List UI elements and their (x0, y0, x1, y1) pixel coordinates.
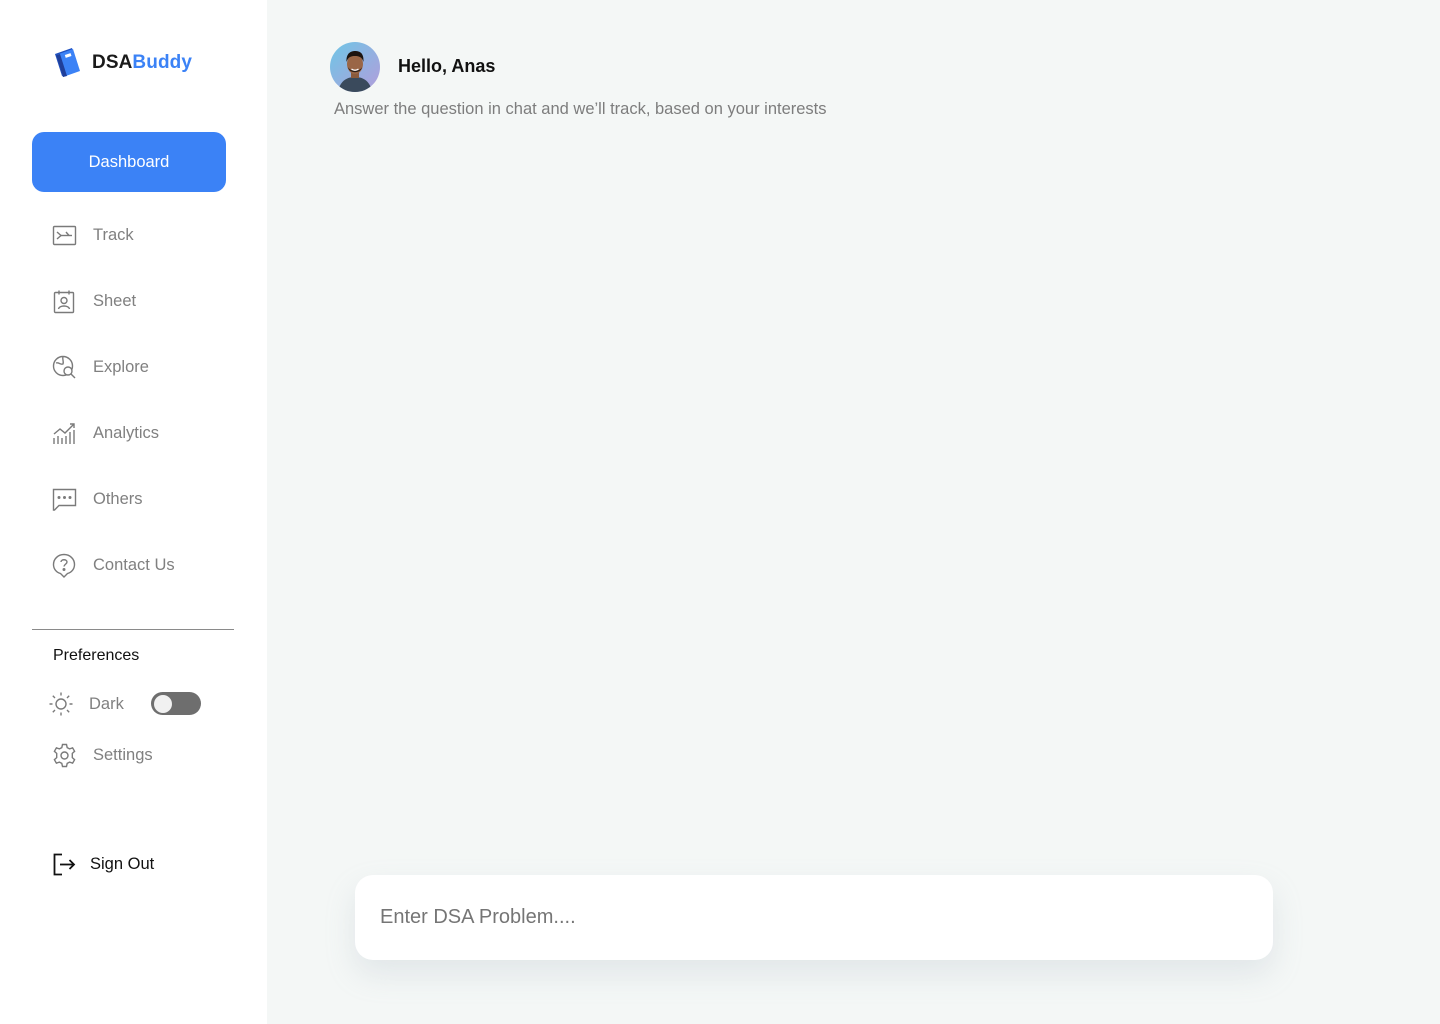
greeting-subtitle: Answer the question in chat and we’ll tr… (334, 100, 827, 118)
brand-name: DSABuddy (92, 52, 192, 74)
explore-icon (52, 355, 76, 378)
nav-dashboard-label: Dashboard (88, 152, 170, 171)
nav-item-label: Others (93, 489, 143, 508)
nav-item-label: Contact Us (93, 555, 175, 574)
nav-item-label: Sheet (93, 291, 137, 310)
dark-mode-row: Dark (48, 690, 201, 718)
brand-name-part2: Buddy (132, 52, 193, 73)
dark-mode-label: Dark (89, 694, 124, 713)
dark-mode-toggle[interactable] (151, 692, 201, 715)
preferences-title: Preferences (53, 647, 140, 664)
toggle-knob (154, 694, 172, 713)
nav-dashboard-button[interactable]: Dashboard (32, 132, 226, 192)
sidebar-divider (32, 629, 234, 630)
sidebar: DSABuddy Dashboard Track Sheet Explore A… (0, 0, 267, 1024)
chat-input-container (355, 875, 1273, 960)
greeting-heading: Hello, Anas (398, 56, 496, 76)
analytics-icon (53, 422, 75, 444)
user-avatar-icon (330, 42, 380, 92)
gear-icon (53, 743, 76, 767)
brand-logo[interactable]: DSABuddy (52, 46, 192, 80)
app-root: DSABuddy Dashboard Track Sheet Explore A… (0, 0, 1440, 1024)
nav-item-track[interactable]: Track (52, 220, 134, 250)
nav-item-analytics[interactable]: Analytics (52, 418, 159, 448)
track-icon (52, 225, 77, 245)
nav-item-contact-us[interactable]: Contact Us (52, 550, 175, 580)
help-icon (52, 553, 76, 578)
sign-out-button[interactable]: Sign Out (52, 849, 154, 879)
brand-name-part1: DSA (92, 52, 133, 73)
logout-icon (53, 853, 76, 875)
nav-item-settings[interactable]: Settings (52, 740, 153, 770)
sheet-icon (53, 290, 75, 313)
nav-item-label: Settings (93, 745, 153, 764)
book-icon (55, 48, 80, 77)
avatar[interactable] (330, 42, 380, 92)
nav-item-label: Track (93, 225, 134, 244)
nav-item-label: Analytics (93, 423, 160, 442)
dsa-problem-input[interactable] (380, 906, 1240, 929)
nav-item-explore[interactable]: Explore (52, 352, 149, 382)
sun-icon (49, 692, 73, 716)
nav-item-sheet[interactable]: Sheet (52, 286, 136, 316)
nav-item-label: Explore (93, 357, 149, 376)
chat-dots-icon (52, 488, 77, 511)
nav-item-others[interactable]: Others (52, 484, 143, 514)
sign-out-label: Sign Out (90, 854, 155, 873)
